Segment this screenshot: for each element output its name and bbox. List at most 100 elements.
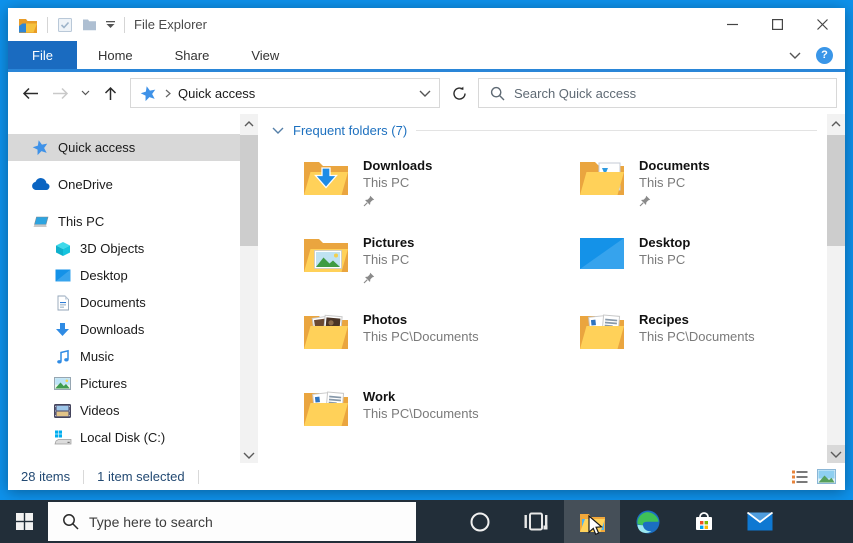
tile-documents-icon (578, 156, 626, 200)
folder-name: Downloads (363, 158, 433, 173)
close-button[interactable] (800, 8, 845, 41)
folder-tile-work[interactable]: Work This PC\Documents (302, 387, 578, 463)
scroll-down-icon[interactable] (827, 445, 845, 463)
taskbar-file-explorer-button[interactable] (564, 500, 620, 543)
status-bar: 28 items 1 item selected (8, 463, 845, 490)
star-icon (31, 139, 50, 156)
back-button[interactable] (16, 79, 44, 107)
selection-count: 1 item selected (97, 469, 185, 484)
mouse-cursor (588, 514, 603, 539)
onedrive-icon (31, 178, 50, 191)
folder-name: Documents (639, 158, 710, 173)
folder-tile-recipes[interactable]: Recipes This PC\Documents (578, 310, 827, 387)
sidebar-item-music[interactable]: Music (8, 343, 240, 370)
store-icon (692, 510, 716, 534)
help-button[interactable]: ? (816, 46, 833, 64)
explorer-search-box[interactable] (478, 78, 837, 108)
forward-button[interactable] (46, 79, 74, 107)
expand-ribbon-chevron-icon[interactable] (789, 52, 801, 59)
sidebar-item-label: Quick access (58, 140, 136, 155)
content-pane: Frequent folders (7) Downloads This PC D… (258, 114, 827, 463)
folder-name: Work (363, 389, 396, 404)
folder-name: Desktop (639, 235, 691, 250)
tab-view[interactable]: View (230, 41, 300, 69)
refresh-button[interactable] (442, 78, 476, 108)
sidebar-item-pictures[interactable]: Pictures (8, 370, 240, 397)
sidebar-scrollbar[interactable] (240, 114, 258, 463)
titlebar-separator (124, 16, 125, 33)
details-view-button[interactable] (792, 470, 808, 484)
tab-file[interactable]: File (8, 41, 77, 69)
folder-location: This PC (363, 175, 410, 190)
navigation-bar: Quick access (8, 72, 845, 114)
folder-tile-documents[interactable]: Documents This PC (578, 156, 827, 233)
sidebar-item-local-disk-c[interactable]: Local Disk (C:) (8, 424, 240, 451)
folder-location: This PC (639, 252, 686, 267)
document-icon (53, 295, 72, 311)
window-body: Quick access OneDrive This PC 3D Objects… (8, 114, 845, 463)
customize-toolbar-caret-icon[interactable] (106, 21, 115, 28)
address-bar[interactable]: Quick access (130, 78, 440, 108)
taskbar-cortana-button[interactable] (452, 500, 508, 543)
taskbar-store-button[interactable] (676, 500, 732, 543)
sidebar-item-3d-objects[interactable]: 3D Objects (8, 235, 240, 262)
sidebar-item-label: OneDrive (58, 177, 113, 192)
taskbar-mail-button[interactable] (732, 500, 788, 543)
maximize-button[interactable] (755, 8, 800, 41)
sidebar-item-this-pc[interactable]: This PC (8, 208, 240, 235)
properties-check-icon[interactable] (57, 17, 73, 33)
taskbar-edge-button[interactable] (620, 500, 676, 543)
folder-tile-downloads[interactable]: Downloads This PC (302, 156, 578, 233)
items-count: 28 items (21, 469, 71, 484)
taskbar-search-box[interactable] (48, 502, 416, 541)
recent-locations-chevron-icon[interactable] (76, 79, 94, 107)
pin-icon (639, 195, 651, 210)
content-scrollbar[interactable] (827, 114, 845, 463)
explorer-search-input[interactable] (514, 85, 828, 101)
search-icon (62, 513, 79, 530)
scrollbar-thumb[interactable] (240, 135, 258, 246)
taskbar-search-input[interactable] (89, 513, 416, 530)
this-pc-icon (31, 214, 50, 230)
breadcrumb-path[interactable]: Quick access (178, 86, 255, 101)
cortana-icon (468, 510, 492, 534)
folder-tile-photos[interactable]: Photos This PC\Documents (302, 310, 578, 387)
folder-tile-desktop[interactable]: Desktop This PC (578, 233, 827, 310)
frequent-folders-header[interactable]: Frequent folders (7) (258, 114, 827, 138)
ribbon-right-controls: ? (789, 41, 845, 69)
taskbar-task-view-button[interactable] (508, 500, 564, 543)
tab-home[interactable]: Home (77, 41, 154, 69)
scrollbar-thumb[interactable] (827, 135, 845, 246)
pin-icon (363, 272, 375, 287)
sidebar-item-desktop[interactable]: Desktop (8, 262, 240, 289)
start-button[interactable] (0, 500, 48, 543)
sidebar-item-documents[interactable]: Documents (8, 289, 240, 316)
minimize-button[interactable] (710, 8, 755, 41)
sidebar-item-onedrive[interactable]: OneDrive (8, 171, 240, 198)
tile-desktop-icon (578, 233, 626, 277)
music-note-icon (53, 349, 72, 365)
address-dropdown-chevron-icon[interactable] (419, 90, 431, 97)
folder-tile-pictures[interactable]: Pictures This PC (302, 233, 578, 310)
tab-share[interactable]: Share (154, 41, 231, 69)
sidebar-item-downloads[interactable]: Downloads (8, 316, 240, 343)
collapse-section-chevron-icon[interactable] (272, 127, 284, 134)
up-button[interactable] (96, 79, 124, 107)
folder-location: This PC\Documents (639, 329, 755, 344)
scroll-up-icon[interactable] (240, 116, 258, 132)
new-folder-icon[interactable] (82, 18, 97, 31)
sidebar-item-label: This PC (58, 214, 105, 229)
sidebar-item-label: Pictures (80, 376, 127, 391)
thumbnail-view-button[interactable] (817, 469, 836, 484)
tile-docs-icon (578, 310, 626, 354)
section-title: Frequent folders (7) (293, 123, 408, 138)
folder-location: This PC (363, 252, 410, 267)
tile-docs-icon (302, 387, 350, 431)
sidebar-item-label: 3D Objects (80, 241, 145, 256)
scroll-down-icon[interactable] (240, 447, 258, 463)
status-separator (83, 469, 85, 484)
edge-icon (635, 509, 661, 535)
scroll-up-icon[interactable] (827, 116, 845, 132)
sidebar-item-quick-access[interactable]: Quick access (8, 134, 240, 161)
sidebar-item-videos[interactable]: Videos (8, 397, 240, 424)
